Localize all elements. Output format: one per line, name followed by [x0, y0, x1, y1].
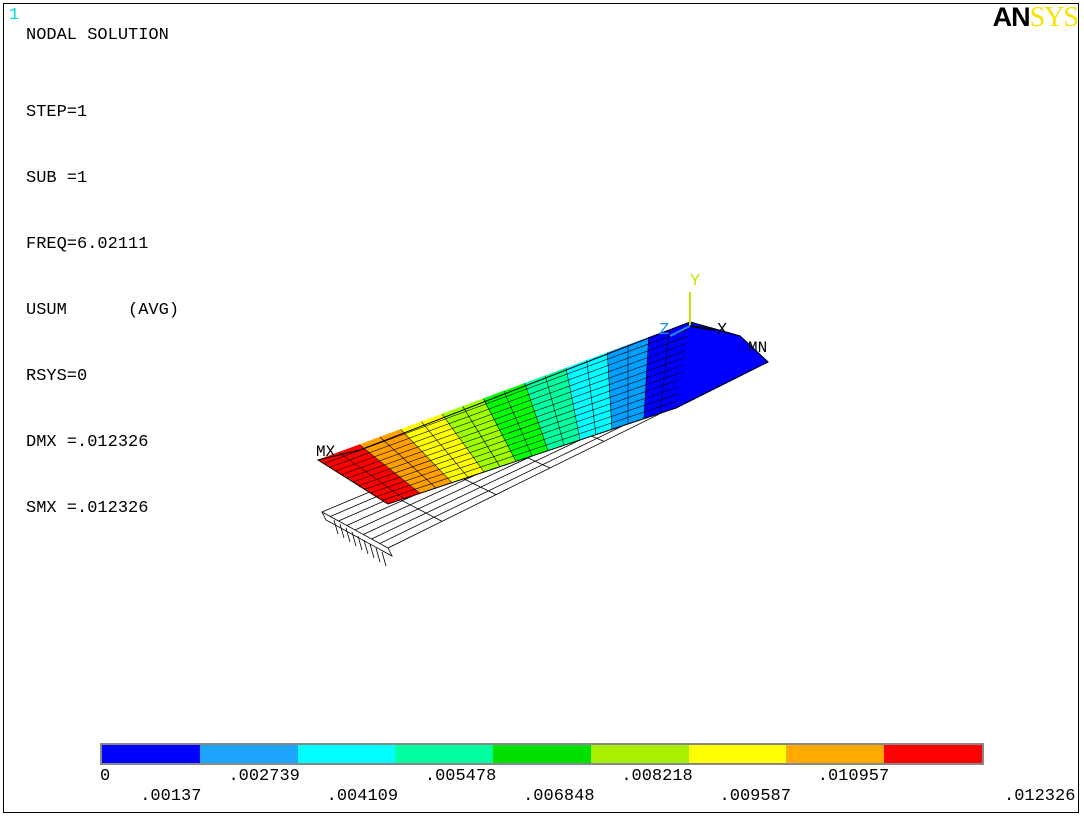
legend-swatch-5 [493, 745, 591, 763]
wire-end-rib [351, 531, 357, 547]
wire-end-rib [381, 551, 387, 567]
triad-x-label: X [717, 321, 727, 340]
model-viewport: Y Z X MX MN [316, 272, 769, 567]
legend-swatch-3 [297, 745, 396, 763]
max-marker-label: MX [316, 443, 336, 461]
legend-swatch-4 [395, 745, 494, 763]
legend-swatch-9 [884, 745, 983, 763]
min-marker-label: MN [748, 339, 767, 357]
wire-end-rib [333, 519, 339, 535]
legend-swatch-2 [199, 745, 298, 763]
wire-end-rib [375, 547, 381, 563]
triad-z-label: Z [659, 321, 669, 340]
wire-end-rib [345, 527, 351, 543]
contour-legend-bar [100, 743, 984, 765]
legend-swatch-6 [590, 745, 689, 763]
legend-swatch-8 [786, 745, 885, 763]
legend-swatch-7 [688, 745, 787, 763]
deformed-contour-body [317, 321, 769, 505]
ansys-graphics-window: 1 NODAL SOLUTION STEP=1 SUB =1 FREQ=6.02… [0, 0, 1084, 820]
triad-y-label: Y [690, 272, 700, 291]
wire-end-rib [339, 523, 345, 539]
legend-swatch-1 [102, 745, 200, 763]
